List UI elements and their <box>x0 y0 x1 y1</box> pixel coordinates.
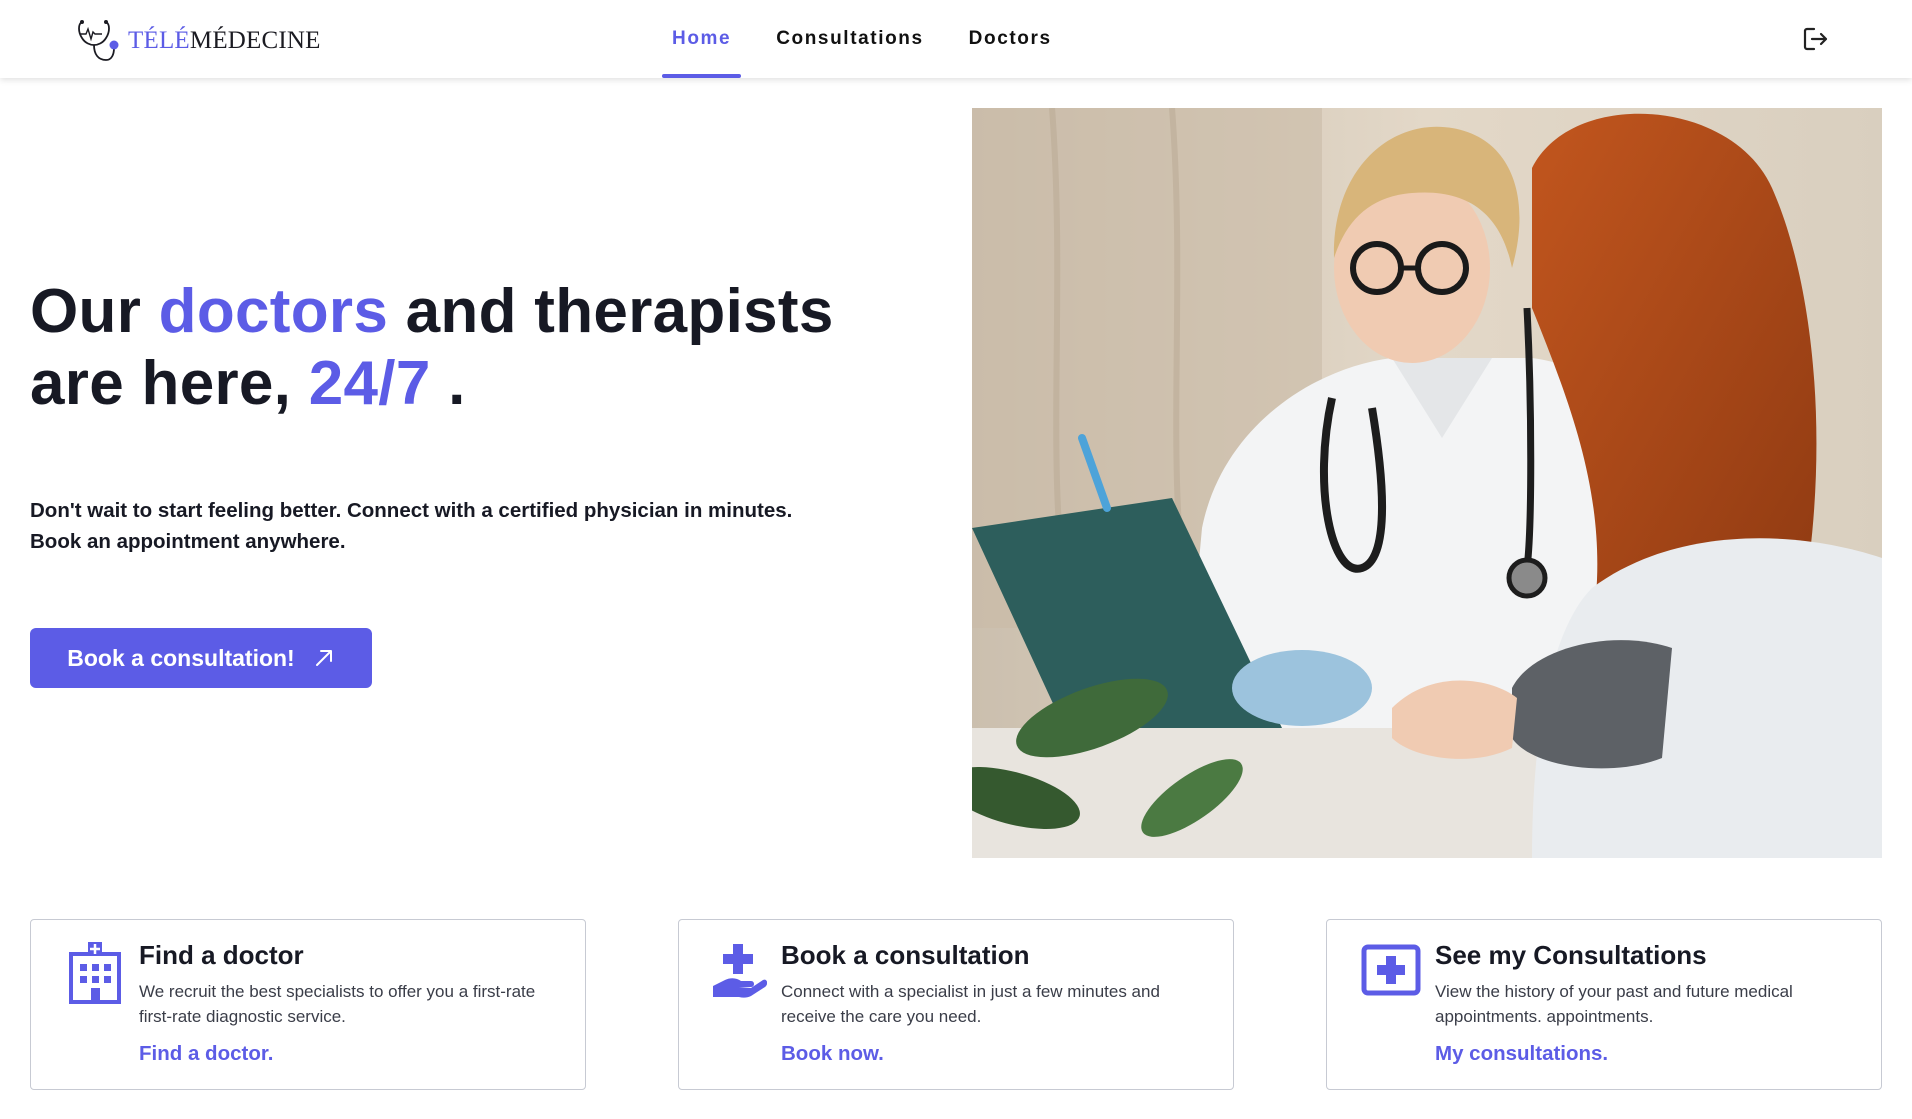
card-book-consultation: Book a consultation Connect with a speci… <box>678 919 1234 1090</box>
brand-name-main: MÉDECINE <box>189 27 321 54</box>
arrow-up-right-icon <box>315 650 332 666</box>
card-my-consultations: See my Consultations View the history of… <box>1326 919 1882 1090</box>
book-consultation-button[interactable]: Book a consultation! <box>30 628 372 688</box>
hero-subtitle-line: Don't wait to start feeling better. Conn… <box>30 499 793 522</box>
medical-plus-box-icon <box>1361 944 1421 996</box>
brand-logo[interactable]: TÉLÉMÉDECINE <box>76 18 321 64</box>
doctor-patient-photo <box>972 108 1882 858</box>
hospital-building-icon <box>69 942 121 1004</box>
card-description: View the history of your past and future… <box>1435 982 1793 1026</box>
card-title: Book a consultation <box>781 940 1030 970</box>
book-consultation-label: Book a consultation! <box>67 644 295 671</box>
top-navbar: TÉLÉMÉDECINE Home Consultations Doctors <box>0 0 1912 78</box>
brand-name-accent: TÉLÉ <box>128 27 190 54</box>
card-title: Find a doctor <box>139 940 304 970</box>
card-title: See my Consultations <box>1435 940 1707 970</box>
card-description: We recruit the best specialists to offer… <box>139 982 536 1026</box>
brand-name: TÉLÉMÉDECINE <box>128 27 321 55</box>
hero-title-accent-doctors: doctors <box>158 277 389 346</box>
hero-subtitle-line: Book an appointment anywhere. <box>30 530 346 553</box>
hero-title-part: . <box>430 349 466 418</box>
find-doctor-link[interactable]: Find a doctor. <box>139 1042 273 1066</box>
hero-subtitle: Don't wait to start feeling better. Conn… <box>30 495 910 557</box>
book-now-link[interactable]: Book now. <box>781 1042 884 1066</box>
hero-title: Our doctors and therapists are here, 24/… <box>30 276 930 420</box>
hero-title-part: Our <box>30 277 159 346</box>
nav-consultations[interactable]: Consultations <box>766 0 933 78</box>
logout-icon[interactable] <box>1802 25 1830 53</box>
nav-doctors[interactable]: Doctors <box>959 0 1062 78</box>
hero-title-accent-247: 24/7 <box>308 349 431 418</box>
hand-plus-icon <box>713 944 767 998</box>
main-nav: Home Consultations Doctors <box>662 0 1087 78</box>
card-find-doctor: Find a doctor We recruit the best specia… <box>30 919 586 1090</box>
my-consultations-link[interactable]: My consultations. <box>1435 1042 1608 1066</box>
stethoscope-logo-icon <box>78 20 119 61</box>
card-description: Connect with a specialist in just a few … <box>781 982 1160 1026</box>
nav-home[interactable]: Home <box>662 0 742 78</box>
